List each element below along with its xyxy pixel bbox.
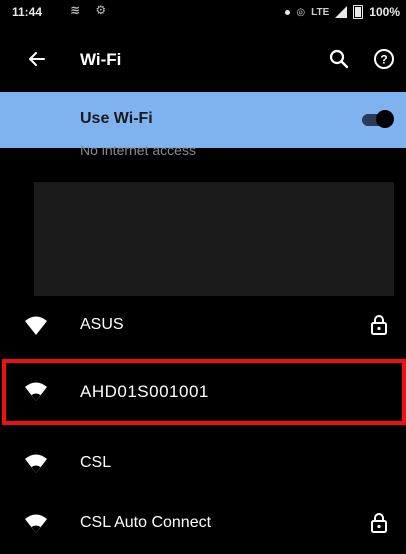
svg-text:?: ? — [380, 53, 387, 67]
lock-icon — [371, 513, 387, 533]
selection-highlight — [2, 359, 406, 425]
wifi-signal-icon — [25, 316, 47, 335]
status-right: ◎ LTE 100% — [285, 5, 400, 19]
battery-percent: 100% — [369, 5, 400, 19]
battery-icon — [353, 5, 364, 19]
use-wifi-label: Use Wi-Fi — [80, 110, 153, 127]
app-bar: Wi-Fi ? — [0, 40, 406, 84]
network-row-csl[interactable]: CSL — [0, 436, 406, 492]
help-icon[interactable]: ? — [371, 46, 397, 72]
network-name: ASUS — [80, 316, 124, 333]
network-row-csl-auto-connect[interactable]: CSL Auto Connect — [0, 496, 406, 552]
use-wifi-toggle[interactable] — [360, 110, 394, 128]
network-type: LTE — [311, 6, 330, 18]
search-icon[interactable] — [326, 46, 352, 72]
page-title: Wi-Fi — [80, 50, 122, 69]
wifi-signal-icon — [25, 514, 47, 533]
obscured-area — [34, 182, 394, 296]
signal-icon — [335, 6, 348, 18]
connection-status-text: No internet access — [80, 146, 196, 156]
status-bar: 11:44 ≋ ⚙ ◎ LTE 100% — [0, 0, 406, 24]
wifi-signal-icon — [25, 454, 47, 473]
toggle-thumb — [376, 110, 394, 128]
use-wifi-row[interactable]: Use Wi-Fi — [0, 92, 406, 148]
notification-icons: ≋ ⚙ — [70, 3, 113, 17]
network-name: CSL Auto Connect — [80, 514, 212, 531]
lock-icon — [371, 315, 387, 335]
back-arrow-icon[interactable] — [22, 44, 52, 74]
status-time: 11:44 — [12, 5, 43, 19]
clock-icon: ◎ — [296, 6, 306, 18]
network-row-asus[interactable]: ASUS — [0, 298, 406, 354]
network-name: CSL — [80, 454, 112, 471]
notification-dot-icon — [285, 9, 291, 15]
